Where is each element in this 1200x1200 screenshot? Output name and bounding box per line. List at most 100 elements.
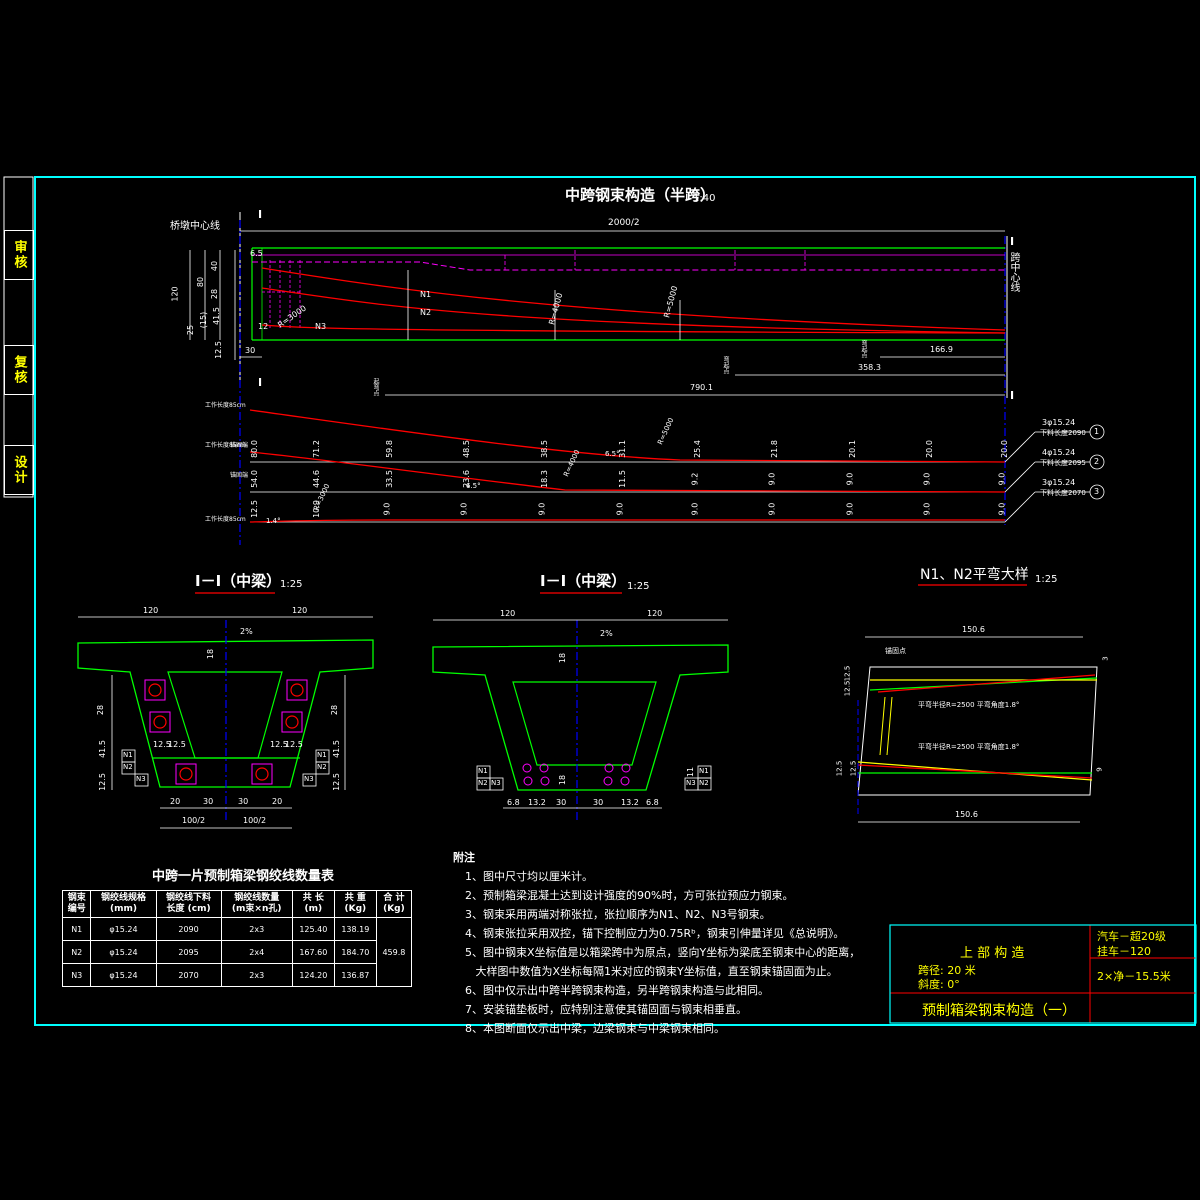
tendon-number: 2: [1094, 457, 1100, 466]
profile-caption: 锚固端: [230, 472, 249, 479]
tendon-label-n3: N3: [315, 322, 327, 331]
tag-label: N2: [317, 763, 327, 771]
tag-label: N2: [699, 779, 709, 787]
elevation-view: [189, 212, 1008, 545]
tag-label: N1: [478, 767, 488, 775]
profile-angle: 1.4°: [266, 517, 281, 525]
dim-label: 40: [210, 260, 220, 272]
dim-label: 13.2: [528, 798, 546, 807]
profile-value: 48.5: [461, 440, 471, 458]
dim-label: 28: [96, 704, 106, 716]
bend-note: 平弯半径R=2500 平弯角度1.8°: [918, 743, 1020, 751]
dim-label: 30: [593, 798, 604, 807]
dim-label: 12: [258, 322, 269, 331]
dim-label: 18: [558, 774, 568, 786]
dim-label: 12.5: [835, 760, 844, 777]
section-mark: I: [1010, 389, 1015, 402]
tag-label: N3: [304, 775, 314, 783]
notes-block: 附注 1、图中尺寸均以厘米计。 2、预制箱梁混凝土达到设计强度的90%时，方可张…: [453, 848, 860, 1038]
profile-value: 9.0: [690, 502, 700, 516]
dim-label: 25: [186, 324, 196, 336]
load-info: 汽车－超20级: [1097, 930, 1166, 943]
profile-value: 9.0: [615, 502, 625, 516]
section-right-scale: 1:25: [627, 581, 650, 592]
width-info: 2×净－15.5米: [1097, 970, 1171, 983]
profile-value: 9.0: [537, 502, 547, 516]
profile-value: 20.0: [924, 440, 934, 458]
tendon-label-n1: N1: [420, 290, 432, 299]
dim-label: 80: [196, 276, 206, 288]
profile-value: 9.0: [767, 472, 777, 486]
sidebar-label: 复核: [11, 355, 27, 385]
profile-value: 38.5: [539, 440, 549, 458]
note-item: 1、图中尺寸均以厘米计。: [465, 870, 593, 883]
dim-label: 12.5: [843, 680, 852, 697]
tendon-number: 3: [1094, 487, 1100, 496]
project-name: 上 部 构 造: [960, 946, 1025, 961]
drawing-title: 预制箱梁钢束构造（一）: [922, 1003, 1076, 1019]
table-row: N1 φ15.24 2090 2x3 125.40 138.19 459.8: [61, 917, 413, 987]
tendon-label-n2: N2: [420, 308, 432, 317]
profile-head: 工作长度85cm: [205, 402, 246, 409]
dim-label: 20: [272, 797, 283, 806]
table-header: 钢绞线规格 (mm): [90, 890, 157, 918]
tendon-spec: 4φ15.24: [1042, 448, 1076, 457]
dim-label: (15): [199, 311, 209, 329]
tag-label: N2: [123, 763, 133, 771]
table-header: 共 长 (m): [291, 890, 335, 918]
dim-label: 12.5: [285, 740, 303, 749]
profile-value: 21.8: [769, 440, 779, 458]
profile-value: 71.2: [311, 440, 321, 458]
profile-value: 25.4: [692, 440, 702, 458]
dim-label: 41.5: [331, 740, 341, 758]
profile-value: 33.5: [384, 470, 394, 488]
section-right-title: I－I（中梁）: [540, 572, 627, 590]
profile-value: 9.0: [382, 502, 392, 516]
dim-label: 30: [203, 797, 214, 806]
dim-label: 6.8: [646, 798, 659, 807]
dim-label: 790.1: [690, 383, 713, 392]
profile-value: 9.0: [459, 502, 469, 516]
section-mark: I: [258, 376, 263, 389]
dim-label: 41.5: [97, 740, 107, 758]
dim-label: 358.3: [858, 363, 881, 372]
section-left: [77, 592, 374, 829]
dim-label: 120: [647, 609, 663, 618]
tendon-profiles: [249, 409, 1105, 523]
tendon-n1-elev: [261, 267, 1006, 331]
note-item: 7、安装锚垫板时，应特别注意使其锚固面与钢束相垂直。: [465, 1003, 747, 1016]
dim-label: 6.8: [507, 798, 520, 807]
slope-label: 2%: [600, 629, 613, 638]
sidebar-label: 审核: [11, 240, 27, 270]
dim-label: 6.5: [250, 249, 263, 258]
elevation-scale: 1:40: [693, 193, 716, 204]
tendon-length: 下料长度2095: [1040, 459, 1086, 467]
sidebar-cell-design: 设计: [4, 445, 34, 495]
detail-scale: 1:25: [1035, 574, 1058, 585]
span-center-label: 跨中心线: [1008, 252, 1019, 292]
note-item: 3、钢束采用两端对称张拉，张拉顺序为N1、N2、N3号钢束。: [465, 908, 771, 921]
tag-label: N1: [699, 767, 709, 775]
note-item: 大样图中数值为X坐标每隔1米对应的钢束Y坐标值，直至钢束锚固面为止。: [465, 965, 838, 978]
profile-head: 工作长度85cm: [205, 516, 246, 523]
table-header: 钢绞线下料 长度 (cm): [155, 890, 222, 918]
profile-value: 80.0: [249, 440, 259, 458]
dim-label: 30: [245, 346, 256, 355]
dim-label: 20: [170, 797, 181, 806]
dim-label: 30: [238, 797, 249, 806]
dim-label: 12.5: [213, 341, 223, 359]
anchor-label: 锚固点: [885, 647, 906, 655]
profile-value: 9.0: [845, 502, 855, 516]
profile-value: 44.6: [311, 470, 321, 488]
note-label: 弯起点: [722, 356, 729, 374]
note-item: 2、预制箱梁混凝土达到设计强度的90%时，方可张拉预应力钢束。: [465, 889, 794, 902]
skew-info: 斜度: 0°: [918, 978, 960, 991]
table-header: 合 计 (Kg): [375, 890, 413, 918]
sidebar-cell-review: 审核: [4, 230, 34, 280]
table-total: 459.8: [375, 917, 413, 987]
profile-value: 9.0: [845, 472, 855, 486]
dim-label: 166.9: [930, 345, 953, 354]
dim-label: 150.6: [955, 810, 978, 819]
table-header: 共 重 (Kg): [333, 890, 377, 918]
dim-label: 12.5: [331, 773, 341, 791]
